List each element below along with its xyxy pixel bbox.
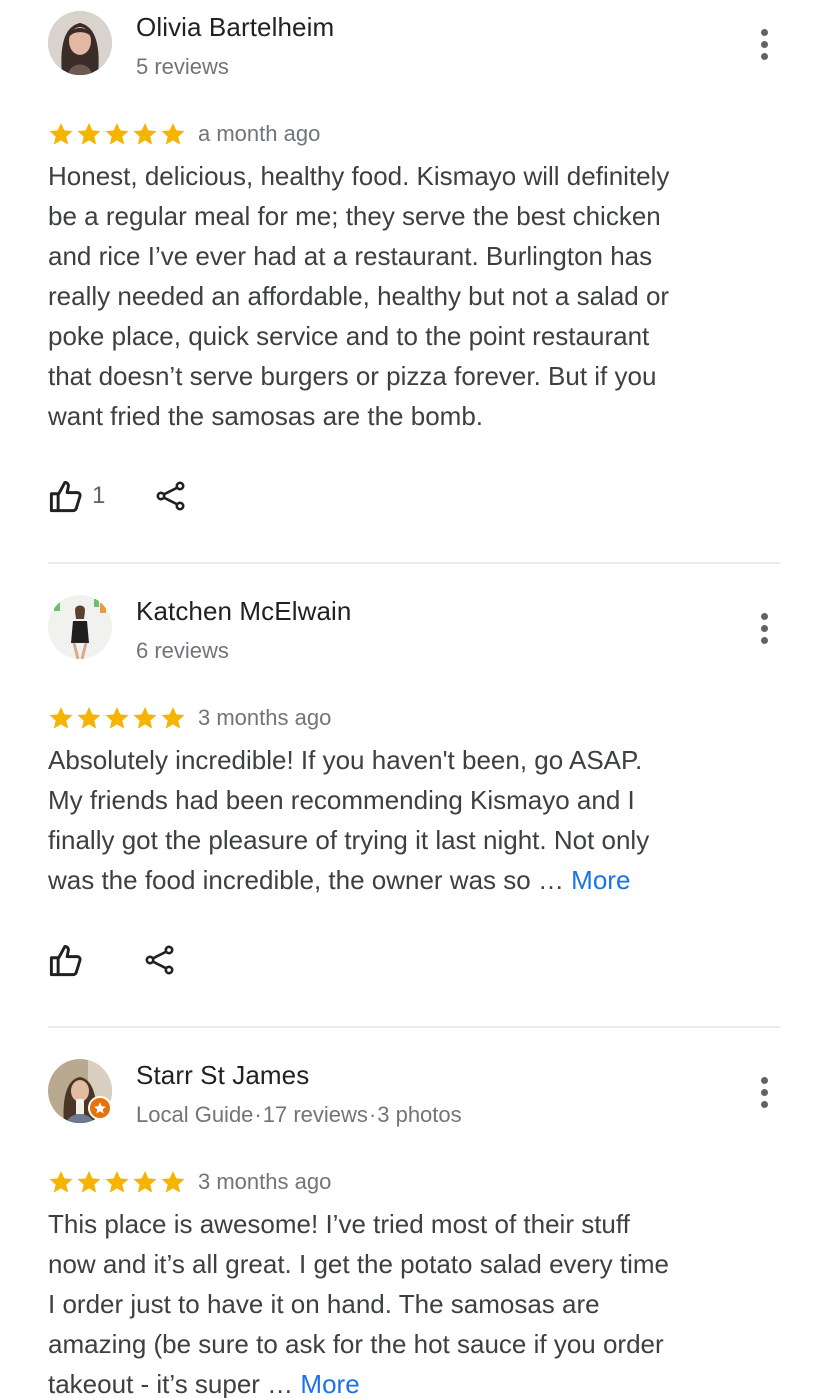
star-icon bbox=[48, 1169, 74, 1195]
thumb-up-icon bbox=[48, 942, 84, 978]
meta-separator: · bbox=[368, 1102, 377, 1127]
more-vert-icon[interactable] bbox=[748, 24, 780, 64]
review-date: 3 months ago bbox=[198, 1169, 332, 1194]
star-icon bbox=[76, 121, 102, 147]
photo-count: 3 photos bbox=[377, 1102, 462, 1127]
author-meta: 6 reviews bbox=[136, 638, 229, 663]
review-text-line-end: takeout - it’s super … bbox=[48, 1369, 301, 1398]
avatar[interactable] bbox=[48, 11, 112, 75]
rating-row: a month ago bbox=[48, 118, 320, 150]
review-text: Honest, delicious, healthy food. Kismayo… bbox=[48, 156, 748, 436]
review-text-line: finally got the pleasure of trying it la… bbox=[48, 825, 650, 855]
star-rating bbox=[48, 705, 186, 731]
author-name[interactable]: Olivia Bartelheim bbox=[136, 12, 334, 43]
review-text-line: My friends had been recommending Kismayo… bbox=[48, 785, 635, 815]
review-text-line: Honest, delicious, healthy food. Kismayo… bbox=[48, 161, 670, 191]
review-text-line: poke place, quick service and to the poi… bbox=[48, 321, 650, 351]
star-icon bbox=[104, 1169, 130, 1195]
review-text-line: and rice I’ve ever had at a restaurant. … bbox=[48, 241, 653, 271]
review-text-line: I order just to have it on hand. The sam… bbox=[48, 1289, 600, 1319]
avatar[interactable] bbox=[48, 595, 112, 659]
review-date: a month ago bbox=[198, 121, 321, 146]
like-button[interactable] bbox=[48, 940, 84, 980]
author-name[interactable]: Starr St James bbox=[136, 1060, 309, 1091]
review-text-line: takeout - it’s super … More bbox=[48, 1364, 748, 1398]
review-actions bbox=[48, 940, 176, 980]
star-icon bbox=[132, 705, 158, 731]
rating-row: 3 months ago bbox=[48, 1166, 331, 1198]
review-count: 17 reviews bbox=[262, 1102, 368, 1127]
review-text-line: now and it’s all great. I get the potato… bbox=[48, 1249, 669, 1279]
meta-separator: · bbox=[254, 1102, 262, 1127]
review-text: This place is awesome! I’ve tried most o… bbox=[48, 1204, 748, 1398]
star-rating bbox=[48, 121, 186, 147]
star-icon bbox=[104, 705, 130, 731]
star-icon bbox=[76, 705, 102, 731]
star-icon bbox=[132, 121, 158, 147]
like-button[interactable]: 1 bbox=[48, 476, 105, 516]
review-text-line: want fried the samosas are the bomb. bbox=[48, 401, 484, 431]
like-count: 1 bbox=[92, 482, 106, 509]
share-button[interactable] bbox=[155, 476, 187, 516]
review-text-line: really needed an affordable, healthy but… bbox=[48, 281, 670, 311]
author-name[interactable]: Katchen McElwain bbox=[136, 596, 351, 627]
thumb-up-icon bbox=[48, 478, 84, 514]
more-vert-icon[interactable] bbox=[748, 1072, 780, 1112]
review-text-line-end: was the food incredible, the owner was s… bbox=[48, 865, 572, 895]
share-icon bbox=[155, 480, 187, 512]
review-text-line: This place is awesome! I’ve tried most o… bbox=[48, 1209, 630, 1239]
review-text-line: was the food incredible, the owner was s… bbox=[48, 860, 748, 900]
review-text-line: that doesn’t serve burgers or pizza fore… bbox=[48, 361, 657, 391]
local-guide-label: Local Guide bbox=[136, 1102, 254, 1127]
more-link[interactable]: More bbox=[300, 1369, 359, 1398]
review-text-line: Absolutely incredible! If you haven't be… bbox=[48, 745, 643, 775]
more-link[interactable]: More bbox=[571, 865, 630, 895]
star-icon bbox=[48, 121, 74, 147]
author-meta: Local Guide·17 reviews·3 photos bbox=[136, 1102, 462, 1128]
local-guide-badge-icon bbox=[88, 1096, 112, 1120]
star-icon bbox=[132, 1169, 158, 1195]
review-text-line: amazing (be sure to ask for the hot sauc… bbox=[48, 1329, 664, 1359]
star-icon bbox=[76, 1169, 102, 1195]
star-icon bbox=[160, 705, 186, 731]
review-text: Absolutely incredible! If you haven't be… bbox=[48, 740, 748, 900]
review-actions: 1 bbox=[48, 476, 187, 516]
review-date: 3 months ago bbox=[198, 705, 332, 730]
rating-row: 3 months ago bbox=[48, 702, 331, 734]
star-icon bbox=[48, 705, 74, 731]
author-meta: 5 reviews bbox=[136, 54, 229, 79]
star-icon bbox=[160, 121, 186, 147]
review-text-line: be a regular meal for me; they serve the… bbox=[48, 201, 661, 231]
star-icon bbox=[160, 1169, 186, 1195]
star-icon bbox=[104, 121, 130, 147]
divider bbox=[48, 562, 780, 564]
share-button[interactable] bbox=[144, 940, 176, 980]
more-vert-icon[interactable] bbox=[748, 608, 780, 648]
share-icon bbox=[144, 944, 176, 976]
star-rating bbox=[48, 1169, 186, 1195]
divider bbox=[48, 1026, 780, 1028]
